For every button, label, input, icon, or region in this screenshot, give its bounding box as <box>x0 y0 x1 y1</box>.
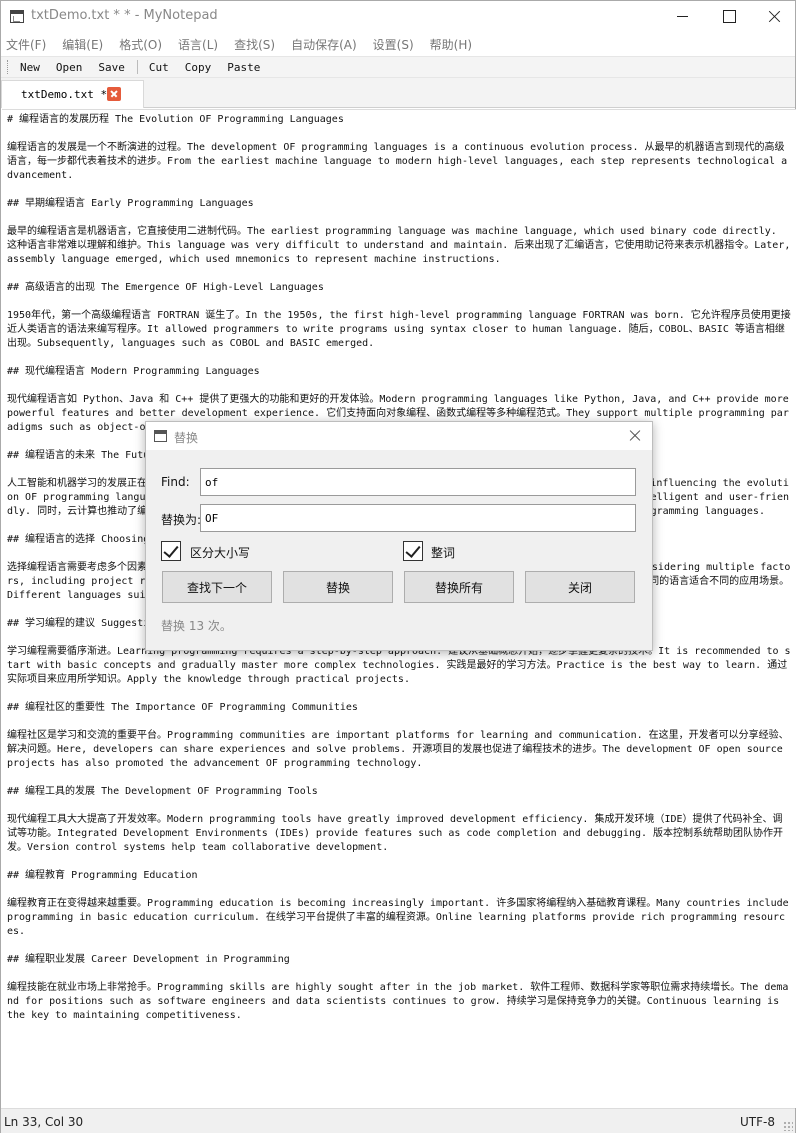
title-bar: txtDemo.txt * * - MyNotepad <box>1 1 795 32</box>
editor-line[interactable]: ## 编程教育 Programming Education <box>7 869 791 883</box>
maximize-icon[interactable] <box>705 1 751 32</box>
close-window-icon[interactable] <box>751 1 796 32</box>
encoding-label: UTF-8 <box>740 1115 775 1129</box>
editor-line[interactable] <box>7 183 791 197</box>
match-case-checkbox[interactable] <box>161 541 181 561</box>
editor-line[interactable] <box>7 883 791 897</box>
editor-line[interactable] <box>7 855 791 869</box>
close-button[interactable]: 关闭 <box>525 571 635 603</box>
status-bar: Ln 33, Col 30 UTF-8 <box>1 1108 795 1133</box>
resize-grip-icon[interactable] <box>783 1121 793 1131</box>
open-button[interactable]: Open <box>48 61 91 74</box>
dialog-close-icon[interactable] <box>628 429 642 443</box>
menu-file[interactable]: 文件(F) <box>6 36 46 53</box>
editor-line[interactable]: 现代编程工具大大提高了开发效率。Modern programming tools… <box>7 813 791 855</box>
editor-line[interactable] <box>7 379 791 393</box>
toolbar: New Open Save Cut Copy Paste <box>1 56 795 78</box>
editor-line[interactable]: 最早的编程语言是机器语言，它直接使用二进制代码。The earliest pro… <box>7 225 791 267</box>
find-input[interactable] <box>200 468 636 496</box>
editor-line[interactable]: ## 高级语言的出现 The Emergence OF High-Level L… <box>7 281 791 295</box>
menu-language[interactable]: 语言(L) <box>178 36 218 53</box>
dialog-title-bar: 替换 <box>146 422 652 450</box>
menu-edit[interactable]: 编辑(E) <box>62 36 103 53</box>
replace-with-label: 替换为: <box>161 513 202 527</box>
notepad-app-icon <box>10 10 24 23</box>
menu-bar: 文件(F) 编辑(E) 格式(O) 语言(L) 查找(S) 自动保存(A) 设置… <box>1 32 795 56</box>
new-button[interactable]: New <box>12 61 48 74</box>
match-case-label: 区分大小写 <box>190 546 251 560</box>
dialog-app-icon <box>154 430 167 442</box>
find-next-button[interactable]: 查找下一个 <box>162 571 272 603</box>
cursor-position: Ln 33, Col 30 <box>4 1115 84 1129</box>
editor-line[interactable]: ## 早期编程语言 Early Programming Languages <box>7 197 791 211</box>
editor-line[interactable]: # 编程语言的发展历程 The Evolution OF Programming… <box>7 113 791 127</box>
editor-line[interactable]: ## 编程工具的发展 The Development OF Programmin… <box>7 785 791 799</box>
editor-line[interactable] <box>7 939 791 953</box>
editor-line[interactable]: 编程社区是学习和交流的重要平台。Programming communities … <box>7 729 791 771</box>
toolbar-separator <box>136 60 138 74</box>
whole-word-label: 整词 <box>431 546 456 560</box>
editor-line[interactable]: ## 现代编程语言 Modern Programming Languages <box>7 365 791 379</box>
minimize-icon[interactable] <box>659 1 705 32</box>
editor-line[interactable]: 1950年代，第一个高级编程语言 FORTRAN 诞生了。In the 1950… <box>7 309 791 351</box>
editor-line[interactable] <box>7 967 791 981</box>
editor-line[interactable]: ## 编程社区的重要性 The Importance OF Programmin… <box>7 701 791 715</box>
menu-help[interactable]: 帮助(H) <box>430 36 472 53</box>
editor-line[interactable] <box>7 687 791 701</box>
whole-word-checkbox[interactable] <box>403 541 423 561</box>
paste-button[interactable]: Paste <box>219 61 268 74</box>
editor-line[interactable] <box>7 127 791 141</box>
editor-line[interactable] <box>7 267 791 281</box>
menu-autosave[interactable]: 自动保存(A) <box>291 36 357 53</box>
editor-line[interactable]: 编程语言的发展是一个不断演进的过程。The development OF pro… <box>7 141 791 183</box>
editor-line[interactable]: ## 编程职业发展 Career Development in Programm… <box>7 953 791 967</box>
menu-settings[interactable]: 设置(S) <box>373 36 414 53</box>
menu-format[interactable]: 格式(O) <box>119 36 162 53</box>
replace-all-button[interactable]: 替换所有 <box>404 571 514 603</box>
editor-line[interactable] <box>7 799 791 813</box>
tab-bar: txtDemo.txt * <box>1 78 795 108</box>
replace-status-text: 替换 13 次。 <box>161 619 232 633</box>
replace-dialog: 替换 Find: 替换为: 区分大小写 整词 查找下一个 替换 替换所有 关闭 … <box>145 421 653 651</box>
editor-line[interactable] <box>7 715 791 729</box>
toolbar-grip[interactable] <box>7 60 9 74</box>
tab-close-icon[interactable] <box>107 87 121 101</box>
editor-line[interactable] <box>7 211 791 225</box>
replace-input[interactable] <box>200 504 636 532</box>
copy-button[interactable]: Copy <box>177 61 220 74</box>
window-title: txtDemo.txt * * - MyNotepad <box>31 8 218 23</box>
editor-line[interactable]: 学习编程需要循序渐进。Learning programming requires… <box>7 645 791 687</box>
editor-line[interactable] <box>7 295 791 309</box>
replace-button[interactable]: 替换 <box>283 571 393 603</box>
editor-line[interactable]: 编程技能在就业市场上非常抢手。Programming skills are hi… <box>7 981 791 1023</box>
menu-search[interactable]: 查找(S) <box>234 36 275 53</box>
find-label: Find: <box>161 475 190 489</box>
app-window: txtDemo.txt * * - MyNotepad 文件(F) 编辑(E) … <box>0 0 796 1133</box>
dialog-title: 替换 <box>174 431 199 445</box>
cut-button[interactable]: Cut <box>141 61 177 74</box>
editor-line[interactable] <box>7 771 791 785</box>
save-button[interactable]: Save <box>90 61 133 74</box>
editor-line[interactable]: 编程教育正在变得越来越重要。Programming education is b… <box>7 897 791 939</box>
tab-txtdemo[interactable]: txtDemo.txt * <box>1 80 144 108</box>
editor-line[interactable] <box>7 351 791 365</box>
tab-label: txtDemo.txt * <box>21 88 108 101</box>
